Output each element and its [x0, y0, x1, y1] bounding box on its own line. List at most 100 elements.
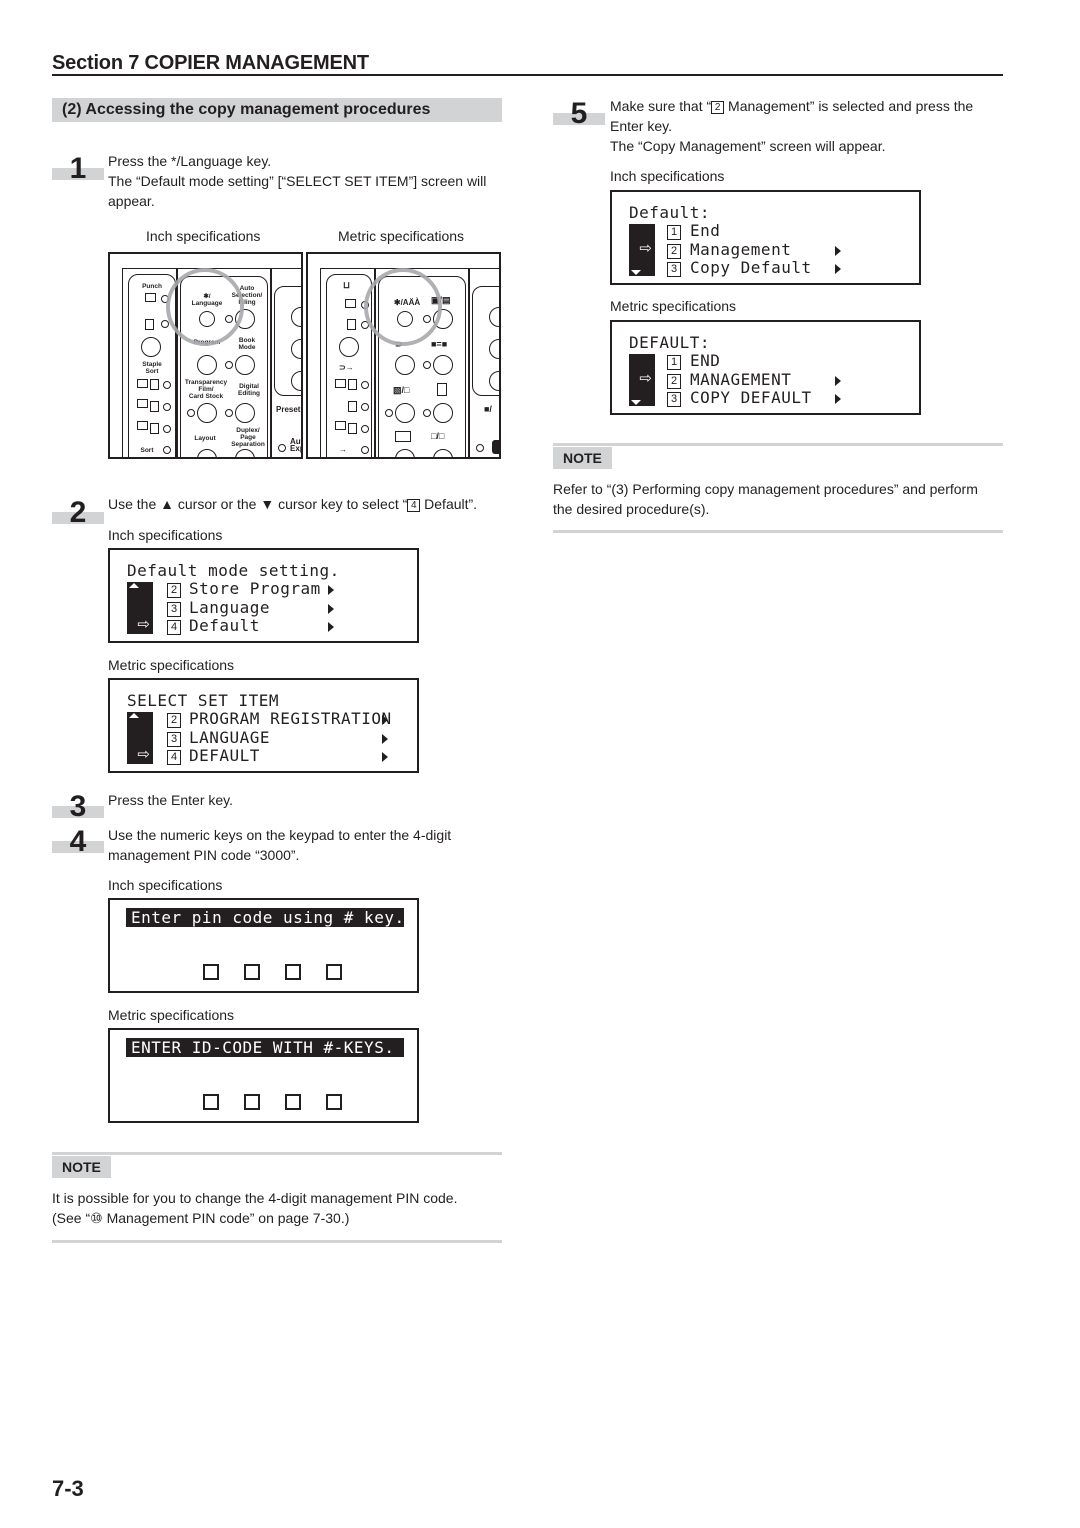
- preset-label: Preset: [276, 405, 301, 414]
- step-2-number: 2: [69, 496, 87, 529]
- tray-icon: ⊔: [343, 280, 351, 290]
- preset-button[interactable]: [291, 307, 301, 327]
- punch-2hole-icon: [345, 299, 356, 308]
- lcd-item-default[interactable]: Default: [189, 617, 260, 635]
- pin-digit-slot[interactable]: [326, 1094, 342, 1110]
- pin-digit-slot[interactable]: [285, 964, 301, 980]
- exposure-icon: ■/: [484, 404, 492, 414]
- lcd-item-management[interactable]: MANAGEMENT: [690, 371, 791, 389]
- selection-arrow-icon: ⇨: [137, 615, 150, 633]
- pin-digit-slot[interactable]: [203, 964, 219, 980]
- page-number: 7-3: [52, 1476, 84, 1501]
- pin-digit-slot[interactable]: [285, 1094, 301, 1110]
- book-mode-icon: ■=■: [431, 339, 448, 349]
- lcd-item-store-program[interactable]: Store Program: [189, 580, 321, 598]
- highlight-ring: [364, 268, 442, 346]
- lcd-item-copy-default[interactable]: COPY DEFAULT: [690, 389, 812, 407]
- lcd-item-end[interactable]: End: [690, 222, 720, 240]
- program-button[interactable]: [197, 355, 217, 375]
- lcd-item-end[interactable]: END: [690, 352, 720, 370]
- punch-2hole-icon: [145, 293, 156, 302]
- submenu-arrow-icon: [328, 604, 334, 614]
- digital-editing-button[interactable]: [235, 403, 255, 423]
- digital-editing-label: Digital Editing: [237, 383, 261, 397]
- lcd-item-program-registration[interactable]: PROGRAM REGISTRATION: [189, 710, 392, 728]
- digital-editing-button[interactable]: [433, 403, 453, 423]
- lcd-item-number: 2: [167, 713, 181, 728]
- layout-button[interactable]: [197, 449, 217, 457]
- staple-double-icon: [150, 401, 159, 412]
- step-2-text-before: Use the ▲ cursor or the ▼ cursor key to …: [108, 496, 408, 512]
- lcd-item-management[interactable]: Management: [690, 241, 791, 259]
- staple-sort-button[interactable]: [141, 337, 161, 357]
- lcd-item-language[interactable]: Language: [189, 599, 270, 617]
- transparency-button[interactable]: [197, 403, 217, 423]
- step-5-line: The “Copy Management” screen will appear…: [610, 138, 886, 154]
- pin-digit-slot[interactable]: [203, 1094, 219, 1110]
- sort-icon: →: [339, 445, 347, 454]
- step-5-text: Make sure that “2 Management” is selecte…: [610, 96, 973, 156]
- preset-button[interactable]: [489, 307, 499, 327]
- preset-button[interactable]: [489, 371, 499, 391]
- layout-icon: [395, 431, 411, 442]
- note-bottom-rule: [553, 530, 1003, 533]
- preset-button[interactable]: [291, 371, 301, 391]
- lcd-default-menu-metric: DEFAULT: ⇨ 1 END 2 MANAGEMENT 3 COPY DEF…: [610, 320, 921, 415]
- auto-exposure-icon: [492, 440, 499, 454]
- pin-digit-slot[interactable]: [326, 964, 342, 980]
- note-top-rule: [553, 443, 1003, 446]
- lcd-item-number: 1: [667, 225, 681, 240]
- lcd-scrollbar: ⇨: [127, 712, 153, 764]
- duplex-label: Duplex/ Page Separation: [231, 427, 265, 448]
- punch-3hole-icon: [347, 319, 356, 330]
- step-1-line: appear.: [108, 193, 155, 209]
- note-line: It is possible for you to change the 4-d…: [52, 1190, 458, 1206]
- digital-editing-led: [423, 409, 431, 417]
- layout-button[interactable]: [395, 449, 415, 457]
- book-mode-led: [225, 361, 233, 369]
- selection-arrow-icon: ⇨: [639, 369, 652, 387]
- step-2-text: Use the ▲ cursor or the ▼ cursor key to …: [108, 494, 477, 514]
- staple-led: [163, 403, 171, 411]
- staple-led: [163, 425, 171, 433]
- note-bottom-rule: [52, 1240, 502, 1243]
- staple-side-icon: [335, 421, 346, 430]
- step-4-number: 4: [69, 825, 87, 858]
- transparency-button[interactable]: [395, 403, 415, 423]
- staple-corner-icon: [137, 379, 148, 388]
- staple-led: [163, 381, 171, 389]
- duplex-button[interactable]: [235, 449, 255, 457]
- pin-digit-slot[interactable]: [244, 1094, 260, 1110]
- program-button[interactable]: [395, 355, 415, 375]
- note-text: It is possible for you to change the 4-d…: [52, 1188, 457, 1228]
- lcd-item-copy-default[interactable]: Copy Default: [690, 259, 812, 277]
- staple-side-icon: [348, 423, 357, 434]
- book-mode-button[interactable]: [235, 355, 255, 375]
- lcd-item-default[interactable]: DEFAULT: [189, 747, 260, 765]
- lcd-scrollbar: ⇨: [629, 354, 655, 406]
- submenu-arrow-icon: [382, 734, 388, 744]
- staple-side-icon: [137, 421, 148, 430]
- book-mode-button[interactable]: [433, 355, 453, 375]
- duplex-button[interactable]: [433, 449, 453, 457]
- step-3-text: Press the Enter key.: [108, 792, 234, 808]
- step-3-number: 3: [69, 790, 87, 823]
- step-1-text: Press the */Language key. The “Default m…: [108, 151, 486, 211]
- lcd-title: DEFAULT:: [629, 333, 711, 352]
- lcd-item-number: 3: [167, 732, 181, 747]
- staple-corner-icon: [335, 379, 346, 388]
- lcd-item-language[interactable]: LANGUAGE: [189, 729, 270, 747]
- step-5-line: Make sure that “2 Management” is selecte…: [610, 96, 973, 116]
- preset-button[interactable]: [489, 339, 499, 359]
- lcd-item-number: 1: [667, 355, 681, 370]
- sort-led: [361, 446, 369, 454]
- lcd-default-menu: Default: ⇨ 1 End 2 Management 3 Copy Def…: [610, 190, 921, 285]
- staple-corner-icon: [150, 379, 159, 390]
- staple-sort-button[interactable]: [339, 337, 359, 357]
- pin-digit-slot[interactable]: [244, 964, 260, 980]
- step-5-text-after: Management” is selected and press the: [724, 98, 974, 114]
- key-4-icon: 4: [407, 499, 421, 512]
- submenu-arrow-icon: [835, 376, 841, 386]
- submenu-arrow-icon: [328, 585, 334, 595]
- preset-button[interactable]: [291, 339, 301, 359]
